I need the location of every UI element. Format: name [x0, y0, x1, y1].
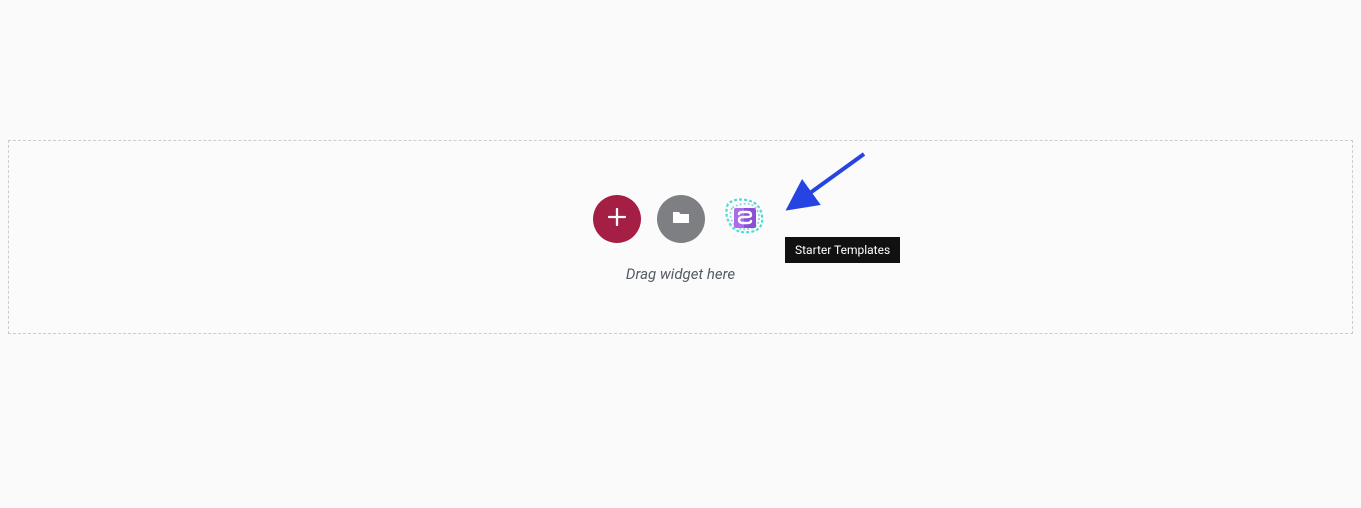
- add-widget-button[interactable]: [593, 195, 641, 243]
- widget-drop-zone[interactable]: Drag widget here: [8, 140, 1353, 334]
- folder-icon: [671, 207, 691, 231]
- starter-templates-icon: [722, 194, 768, 244]
- starter-templates-button[interactable]: [721, 195, 769, 243]
- tooltip-text: Starter Templates: [795, 243, 890, 257]
- drag-hint-text: Drag widget here: [626, 265, 735, 283]
- action-button-row: [593, 195, 769, 243]
- browse-folder-button[interactable]: [657, 195, 705, 243]
- starter-templates-tooltip: Starter Templates: [785, 237, 900, 263]
- plus-icon: [608, 208, 626, 230]
